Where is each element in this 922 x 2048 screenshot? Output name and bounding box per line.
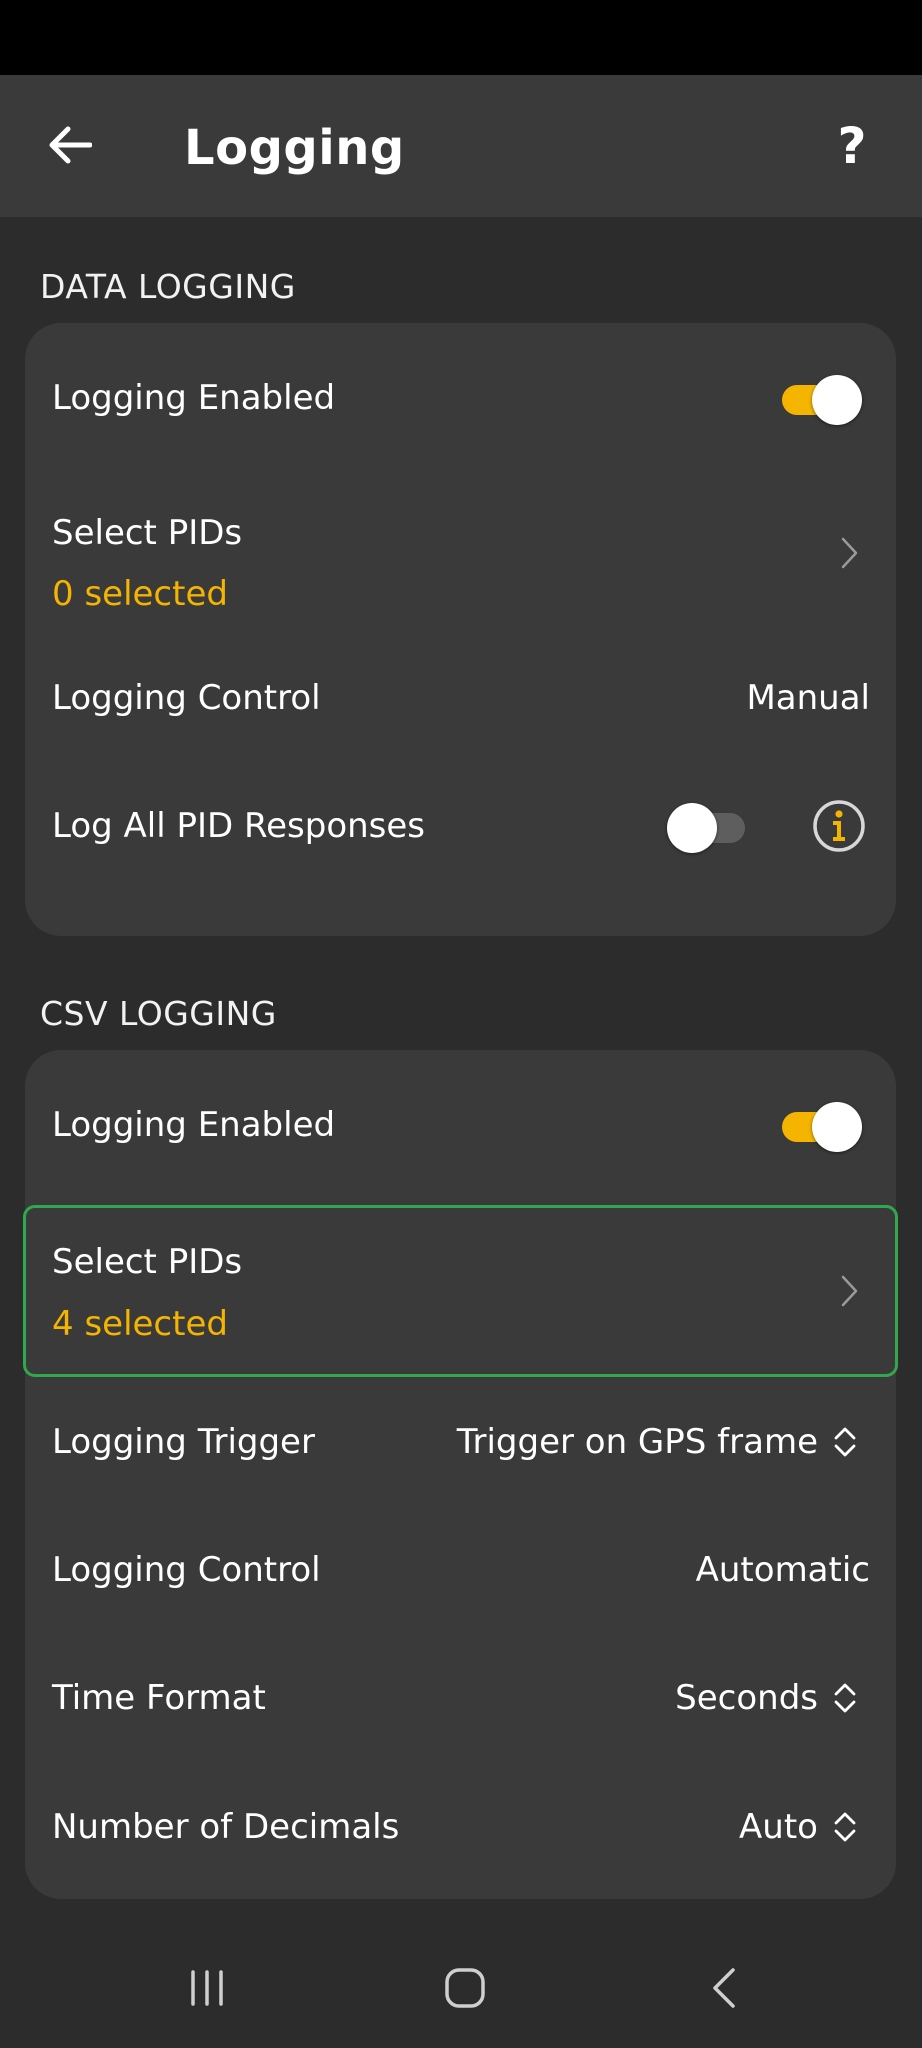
up-down-chevron-icon: [834, 1683, 856, 1713]
csv-logging-control-row[interactable]: Logging Control Automatic: [25, 1505, 896, 1633]
data-pids-selected-count: 0 selected: [52, 574, 228, 614]
log-all-pid-toggle[interactable]: [667, 801, 751, 853]
toggle-knob: [667, 803, 717, 853]
data-logging-card: Logging Enabled Select PIDs 0 selected L…: [25, 323, 896, 936]
arrow-left-icon: [49, 126, 92, 164]
data-logging-control-row[interactable]: Logging Control Manual: [25, 645, 896, 771]
up-down-chevron-icon: [834, 1812, 856, 1842]
data-select-pids-row[interactable]: Select PIDs 0 selected: [25, 463, 896, 645]
row-label: Logging Control: [52, 1550, 321, 1590]
focus-highlight: [23, 1205, 898, 1377]
data-logging-control-value: Manual: [746, 673, 870, 723]
page-title: Logging: [184, 120, 405, 176]
toggle-knob: [812, 1102, 862, 1152]
csv-logging-card: Logging Enabled Select PIDs 4 selected L…: [23, 1050, 898, 1899]
chevron-right-icon: [841, 1275, 858, 1307]
log-all-pid-row[interactable]: Log All PID Responses: [25, 771, 896, 911]
section-header-data-logging: DATA LOGGING: [40, 267, 296, 306]
row-label: Select PIDs: [52, 1242, 243, 1282]
row-label: Number of Decimals: [52, 1807, 400, 1847]
value-text: Automatic: [695, 1550, 870, 1590]
status-bar: [0, 0, 922, 75]
number-of-decimals-row[interactable]: Number of Decimals Auto: [25, 1761, 896, 1899]
data-logging-enabled-toggle[interactable]: [780, 373, 864, 425]
recent-apps-icon: [191, 1970, 223, 2006]
csv-select-pids-row[interactable]: Select PIDs 4 selected: [23, 1205, 898, 1377]
up-down-chevron-icon: [834, 1427, 856, 1457]
value-text: Manual: [746, 678, 870, 718]
value-text: Auto: [739, 1807, 818, 1847]
row-label: Logging Control: [52, 678, 321, 718]
help-button[interactable]: ?: [822, 111, 882, 181]
csv-logging-enabled-toggle[interactable]: [780, 1100, 864, 1152]
home-button[interactable]: [425, 1958, 505, 2018]
csv-logging-enabled-row[interactable]: Logging Enabled: [25, 1050, 896, 1205]
decimals-select[interactable]: Auto: [739, 1802, 858, 1852]
value-text: Seconds: [675, 1678, 818, 1718]
home-icon: [445, 1968, 485, 2008]
info-circle-icon[interactable]: [812, 799, 866, 853]
back-button[interactable]: [40, 115, 100, 175]
toggle-knob: [812, 375, 862, 425]
system-nav-bar: [0, 1928, 922, 2048]
logging-trigger-select[interactable]: Trigger on GPS frame: [457, 1417, 858, 1467]
row-label: Logging Enabled: [52, 1105, 336, 1145]
recent-apps-button[interactable]: [167, 1958, 247, 2018]
csv-logging-control-value: Automatic: [696, 1545, 870, 1595]
data-logging-enabled-row[interactable]: Logging Enabled: [25, 323, 896, 463]
chevron-right-icon: [841, 537, 858, 569]
row-label: Logging Enabled: [52, 378, 336, 418]
chevron-left-icon: [713, 1968, 735, 2008]
csv-logging-trigger-row[interactable]: Logging Trigger Trigger on GPS frame: [25, 1377, 896, 1505]
row-label: Time Format: [52, 1678, 266, 1718]
time-format-select[interactable]: Seconds: [675, 1673, 858, 1723]
row-label: Select PIDs: [52, 513, 243, 553]
csv-pids-selected-count: 4 selected: [52, 1304, 228, 1344]
row-label: Logging Trigger: [52, 1422, 315, 1462]
value-text: Trigger on GPS frame: [456, 1422, 818, 1462]
section-header-csv-logging: CSV LOGGING: [40, 994, 277, 1033]
app-bar: Logging ?: [0, 75, 922, 217]
time-format-row[interactable]: Time Format Seconds: [25, 1633, 896, 1761]
row-label: Log All PID Responses: [52, 806, 426, 846]
system-back-button[interactable]: [684, 1958, 764, 2018]
